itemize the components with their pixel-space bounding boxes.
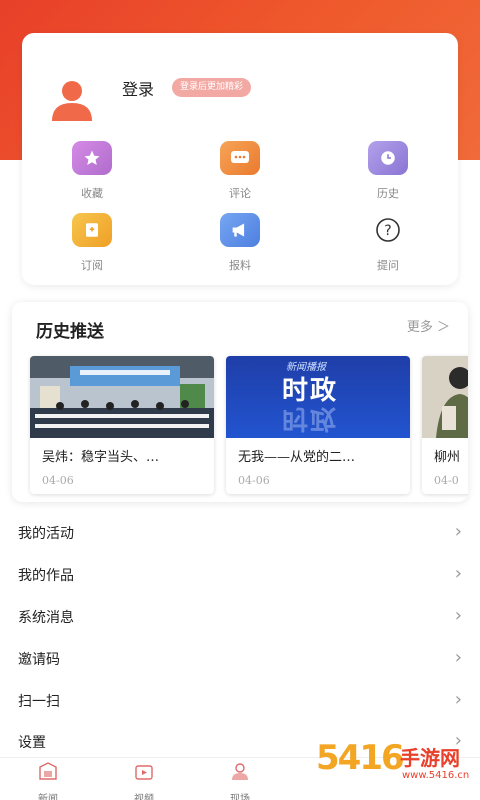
history-button[interactable]: 历史 (348, 141, 428, 201)
watermark-text: 手游网 (400, 746, 460, 770)
news-image (422, 356, 468, 438)
comments-label: 评论 (229, 187, 251, 200)
tab-video[interactable]: 视频 (114, 761, 174, 800)
watermark-url: www.5416.cn (402, 770, 470, 781)
clock-icon (368, 141, 408, 175)
more-link[interactable]: 更多 ＞ (407, 316, 450, 335)
chevron-right-icon: › (454, 689, 462, 710)
login-hint-badge: 登录后更加精彩 (172, 78, 252, 97)
chevron-right-icon: › (454, 521, 462, 542)
star-icon (72, 141, 112, 175)
watermark-digits: 5416 (316, 738, 405, 778)
chevron-right-icon: › (454, 605, 462, 626)
megaphone-icon (220, 213, 260, 247)
menu-item-my-activities[interactable]: 我的活动 › (0, 513, 480, 555)
news-title: 柳州 (434, 450, 461, 465)
menu-item-system-messages[interactable]: 系统消息 › (0, 597, 480, 639)
question-label: 提问 (377, 259, 399, 272)
tab-label: 新闻 (38, 794, 58, 800)
tab-live[interactable]: 现场 (210, 761, 270, 800)
comments-button[interactable]: 评论 (200, 141, 280, 201)
question-button[interactable]: ? 提问 (348, 213, 428, 273)
tab-news[interactable]: 新闻 (18, 761, 78, 800)
news-title: 无我——从党的二… (238, 450, 356, 465)
news-title: 吴炜：稳字当头、… (42, 450, 160, 465)
video-tab-icon (135, 765, 153, 780)
svg-text:?: ? (384, 223, 391, 239)
history-label: 历史 (377, 187, 399, 200)
report-label: 报料 (229, 259, 251, 272)
news-card[interactable]: 吴炜：稳字当头、… 04-06 (30, 356, 214, 494)
news-card[interactable]: 柳州 04-0 (422, 356, 468, 494)
subscribe-icon (72, 213, 112, 247)
history-push-section: 历史推送 更多 ＞ 吴炜：稳字当头、… 04-06 新闻播报 时政 时政 无我—… (12, 302, 468, 502)
menu-label: 我的活动 (18, 526, 74, 542)
image-headline-reflection: 时政 (282, 403, 339, 433)
chevron-right-icon: › (454, 647, 462, 668)
menu-item-scan[interactable]: 扫一扫 › (0, 681, 480, 723)
comment-icon (220, 141, 260, 175)
menu-label: 系统消息 (18, 610, 74, 626)
news-card[interactable]: 新闻播报 时政 时政 无我——从党的二… 04-06 (226, 356, 410, 494)
chevron-right-icon: › (454, 563, 462, 584)
news-date: 04-06 (42, 474, 74, 487)
question-icon: ? (368, 213, 408, 247)
news-tab-icon (39, 762, 57, 780)
menu-label: 设置 (18, 735, 46, 751)
live-scene-tab-icon (232, 763, 248, 780)
subscribe-button[interactable]: 订阅 (52, 213, 132, 273)
section-title: 历史推送 (36, 322, 104, 342)
site-watermark: 5416 手游网 www.5416.cn (316, 738, 476, 798)
news-image (30, 356, 214, 438)
subscribe-label: 订阅 (81, 259, 103, 272)
menu-label: 邀请码 (18, 652, 60, 668)
menu-item-invite-code[interactable]: 邀请码 › (0, 639, 480, 681)
tab-label: 现场 (230, 794, 250, 800)
avatar-icon[interactable] (50, 77, 94, 121)
favorites-button[interactable]: 收藏 (52, 141, 132, 201)
menu-label: 扫一扫 (18, 694, 60, 710)
login-link[interactable]: 登录 (122, 76, 154, 100)
report-button[interactable]: 报料 (200, 213, 280, 273)
news-date: 04-0 (434, 474, 459, 487)
profile-card: 登录 登录后更加精彩 收藏 评论 历史 订阅 报料 ? 提问 (22, 33, 458, 285)
menu-item-my-works[interactable]: 我的作品 › (0, 555, 480, 597)
tab-label: 视频 (134, 794, 154, 800)
favorites-label: 收藏 (81, 187, 103, 200)
news-image: 新闻播报 时政 时政 (226, 356, 410, 438)
menu-label: 我的作品 (18, 568, 74, 584)
news-date: 04-06 (238, 474, 270, 487)
